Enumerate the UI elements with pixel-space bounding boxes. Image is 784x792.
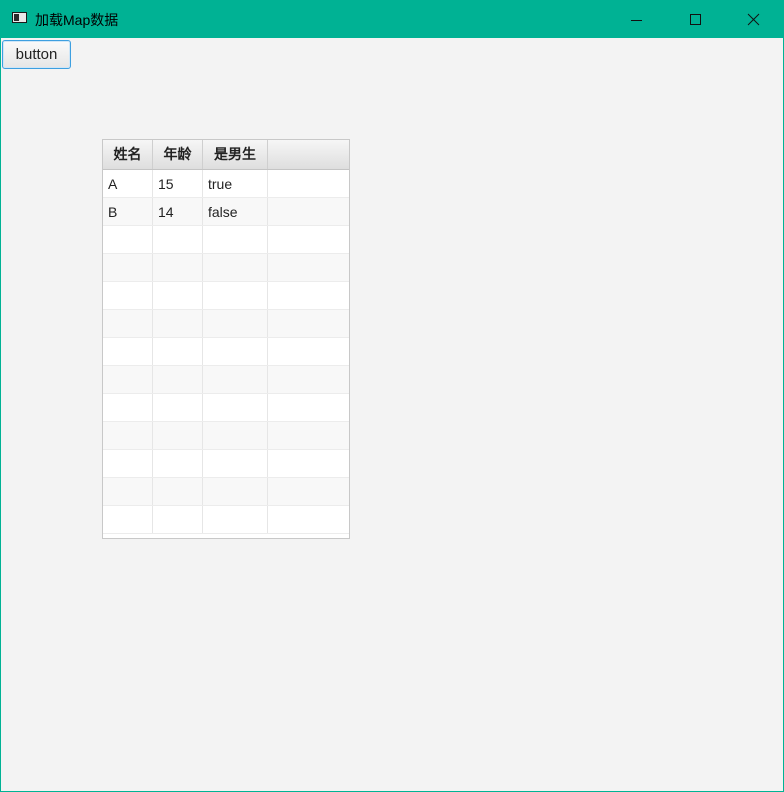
column-header-is-male[interactable]: 是男生 [203,140,268,169]
close-icon [747,13,760,26]
table-row[interactable] [103,338,349,366]
window-title: 加载Map数据 [35,12,119,28]
table-row[interactable] [103,254,349,282]
column-header-name[interactable]: 姓名 [103,140,153,169]
table-row[interactable] [103,282,349,310]
table-cell [103,254,153,281]
maximize-button[interactable] [666,1,724,38]
table-cell: false [203,198,268,225]
table-cell [153,450,203,477]
data-table[interactable]: 姓名 年龄 是男生 A 15 true B 14 false [102,139,350,539]
table-cell [203,506,268,533]
table-cell [203,478,268,505]
main-button[interactable]: button [2,40,71,69]
table-cell [268,338,349,365]
table-row[interactable] [103,310,349,338]
minimize-icon [631,20,642,21]
table-cell [268,478,349,505]
table-cell [103,450,153,477]
table-cell [203,338,268,365]
table-cell [268,310,349,337]
table-cell [153,422,203,449]
table-row[interactable]: A 15 true [103,170,349,198]
table-row[interactable]: B 14 false [103,198,349,226]
table-header: 姓名 年龄 是男生 [103,140,349,170]
table-cell: B [103,198,153,225]
table-cell [103,226,153,253]
table-row[interactable] [103,450,349,478]
table-cell [268,366,349,393]
table-cell [268,254,349,281]
table-cell [103,422,153,449]
table-cell [153,478,203,505]
table-cell [268,394,349,421]
table-cell [203,394,268,421]
table-cell [103,394,153,421]
table-row[interactable] [103,394,349,422]
table-cell: 15 [153,170,203,197]
table-cell [203,310,268,337]
table-row[interactable] [103,506,349,534]
table-cell [203,226,268,253]
column-header-age[interactable]: 年龄 [153,140,203,169]
close-button[interactable] [725,1,783,38]
table-cell: A [103,170,153,197]
table-cell [153,338,203,365]
maximize-icon [690,14,701,25]
table-cell [268,226,349,253]
table-cell [103,338,153,365]
table-cell [103,478,153,505]
title-bar[interactable]: 加载Map数据 [1,1,783,38]
table-cell: true [203,170,268,197]
table-cell [203,366,268,393]
table-cell: 14 [153,198,203,225]
table-cell [268,506,349,533]
table-cell [153,254,203,281]
table-cell [268,170,349,197]
minimize-button[interactable] [607,1,665,38]
table-row[interactable] [103,226,349,254]
table-cell [203,450,268,477]
table-row[interactable] [103,478,349,506]
table-cell [153,226,203,253]
table-cell [153,506,203,533]
table-cell [268,198,349,225]
table-cell [268,282,349,309]
table-cell [203,254,268,281]
table-cell [103,310,153,337]
table-cell [103,366,153,393]
app-window: 加载Map数据 button 姓名 年龄 是男生 A 15 true B 14 false [0,0,784,792]
table-cell [103,282,153,309]
column-header-filler [268,140,349,169]
table-cell [153,366,203,393]
table-row[interactable] [103,422,349,450]
table-row[interactable] [103,366,349,394]
table-cell [103,506,153,533]
table-cell [153,282,203,309]
table-cell [268,422,349,449]
table-cell [268,450,349,477]
table-cell [153,310,203,337]
table-cell [153,394,203,421]
table-cell [203,282,268,309]
app-window-icon [12,12,27,23]
table-cell [203,422,268,449]
